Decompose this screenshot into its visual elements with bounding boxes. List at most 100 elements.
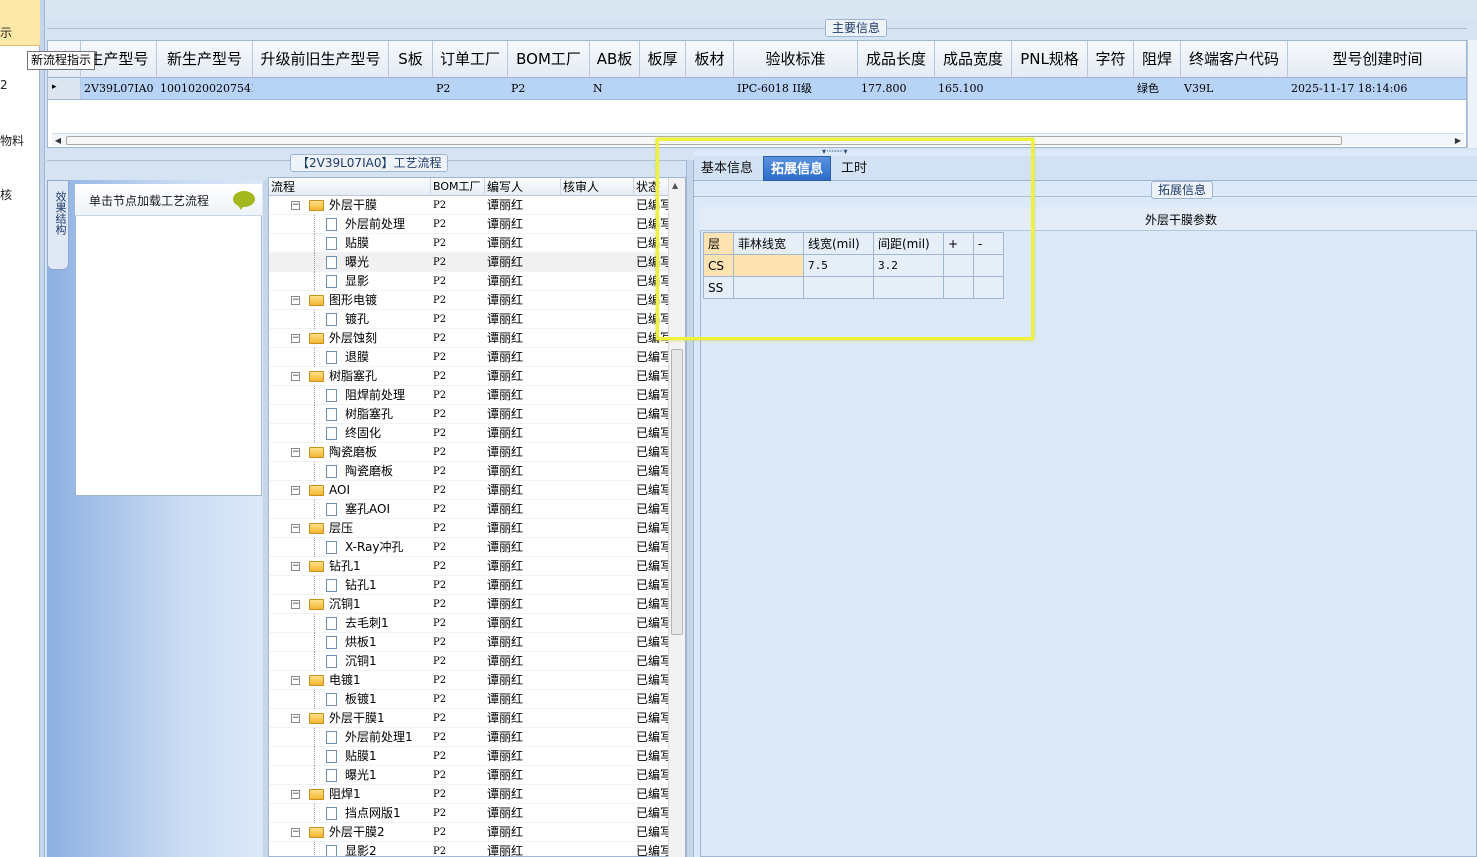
grid-cell[interactable] (253, 78, 389, 99)
collapse-icon[interactable]: − (291, 334, 300, 343)
scrollbar-thumb[interactable] (66, 136, 1342, 145)
tree-step-row[interactable]: 阻焊前处理 P2 谭丽红 已编写 (269, 386, 685, 405)
grid-header-cell[interactable]: 字符 (1088, 41, 1134, 78)
tree-group-row[interactable]: − 电镀1 P2 谭丽红 已编写 (269, 671, 685, 690)
param-cell[interactable] (733, 254, 804, 277)
collapse-icon[interactable]: − (291, 600, 300, 609)
tree-step-row[interactable]: 曝光 P2 谭丽红 已编写 (269, 253, 685, 272)
grid-cell[interactable] (1012, 78, 1088, 99)
grid-cell[interactable] (640, 78, 686, 99)
tree-step-row[interactable]: 显影2 P2 谭丽红 已编写 (269, 842, 685, 856)
tree-group-row[interactable]: − AOI P2 谭丽红 已编写 (269, 481, 685, 500)
tree-group-row[interactable]: − 钻孔1 P2 谭丽红 已编写 (269, 557, 685, 576)
param-cell[interactable] (973, 276, 1004, 299)
tree-group-row[interactable]: − 外层干膜 P2 谭丽红 已编写 (269, 196, 685, 215)
grid-row[interactable]: ▸ 2V39L07IA0 10010200207541 P2 P2 N IPC-… (48, 78, 1466, 100)
tree-vertical-scrollbar[interactable]: ▲ (668, 178, 685, 857)
tab-basic-info[interactable]: 基本信息 (694, 156, 760, 181)
tree-step-row[interactable]: 镀孔 P2 谭丽红 已编写 (269, 310, 685, 329)
tree-group-row[interactable]: − 树脂塞孔 P2 谭丽红 已编写 (269, 367, 685, 386)
tree-step-row[interactable]: 塞孔AOI P2 谭丽红 已编写 (269, 500, 685, 519)
tree-step-row[interactable]: 终固化 P2 谭丽红 已编写 (269, 424, 685, 443)
tree-header-cell[interactable]: BOM工厂 (431, 178, 485, 196)
tree-step-row[interactable]: 贴膜 P2 谭丽红 已编写 (269, 234, 685, 253)
param-cell[interactable] (873, 276, 944, 299)
collapse-icon[interactable]: − (291, 790, 300, 799)
tree-step-row[interactable]: 树脂塞孔 P2 谭丽红 已编写 (269, 405, 685, 424)
tree-group-row[interactable]: − 陶瓷磨板 P2 谭丽红 已编写 (269, 443, 685, 462)
left-strip-item[interactable]: 核 (0, 186, 12, 203)
tree-step-row[interactable]: X-Ray冲孔 P2 谭丽红 已编写 (269, 538, 685, 557)
grid-cell[interactable]: N (590, 78, 640, 99)
grid-cell[interactable]: IPC-6018 II级 (734, 78, 858, 99)
scroll-up-arrow-icon[interactable]: ▲ (672, 181, 678, 190)
nav-tree-area[interactable] (75, 184, 262, 496)
grid-header-cell[interactable]: 新生产型号 (157, 41, 253, 78)
grid-horizontal-scrollbar[interactable]: ◀ ▶ (52, 133, 1464, 146)
grid-cell[interactable]: V39L (1181, 78, 1288, 99)
tree-step-row[interactable]: 沉铜1 P2 谭丽红 已编写 (269, 652, 685, 671)
param-cell[interactable] (973, 254, 1004, 277)
collapse-icon[interactable]: − (291, 486, 300, 495)
tree-group-row[interactable]: − 层压 P2 谭丽红 已编写 (269, 519, 685, 538)
center-splitter[interactable] (686, 160, 694, 857)
tree-header-cell[interactable]: 编写人 (485, 178, 561, 196)
grid-header-cell[interactable]: 型号创建时间 (1288, 41, 1466, 78)
grid-header-cell[interactable]: 升级前旧生产型号 (253, 41, 389, 78)
collapse-icon[interactable]: − (291, 296, 300, 305)
tree-group-row[interactable]: − 图形电镀 P2 谭丽红 已编写 (269, 291, 685, 310)
tree-step-row[interactable]: 退膜 P2 谭丽红 已编写 (269, 348, 685, 367)
tree-step-row[interactable]: 外层前处理 P2 谭丽红 已编写 (269, 215, 685, 234)
tree-header-cell[interactable]: 流程 (269, 178, 431, 196)
grid-vertical-scrollbar[interactable] (1467, 40, 1477, 148)
tree-step-row[interactable]: 陶瓷磨板 P2 谭丽红 已编写 (269, 462, 685, 481)
grid-header-cell[interactable]: 终端客户代码 (1181, 41, 1288, 78)
grid-cell[interactable]: 2025-11-17 18:14:06 (1288, 78, 1466, 99)
scrollbar-thumb[interactable] (671, 349, 683, 635)
tree-group-row[interactable]: − 外层蚀刻 P2 谭丽红 已编写 (269, 329, 685, 348)
grid-cell[interactable] (389, 78, 433, 99)
grid-header-cell[interactable]: 验收标准 (734, 41, 858, 78)
tab-extended-info[interactable]: 拓展信息 (763, 156, 832, 181)
tree-group-row[interactable]: − 阻焊1 P2 谭丽红 已编写 (269, 785, 685, 804)
tree-step-row[interactable]: 显影 P2 谭丽红 已编写 (269, 272, 685, 291)
grid-header-cell[interactable]: PNL规格 (1012, 41, 1088, 78)
collapse-icon[interactable]: − (291, 828, 300, 837)
tree-step-row[interactable]: 烘板1 P2 谭丽红 已编写 (269, 633, 685, 652)
tree-group-row[interactable]: − 外层干膜1 P2 谭丽红 已编写 (269, 709, 685, 728)
tree-step-row[interactable]: 挡点网版1 P2 谭丽红 已编写 (269, 804, 685, 823)
tree-step-row[interactable]: 外层前处理1 P2 谭丽红 已编写 (269, 728, 685, 747)
grid-cell[interactable]: 177.800 (858, 78, 935, 99)
grid-header-cell[interactable]: 成品宽度 (935, 41, 1012, 78)
grid-header-cell[interactable]: 板材 (686, 41, 734, 78)
grid-header-cell[interactable]: S板 (389, 41, 433, 78)
collapse-icon[interactable]: − (291, 448, 300, 457)
collapse-icon[interactable]: − (291, 714, 300, 723)
grid-cell[interactable]: 绿色 (1134, 78, 1181, 99)
tree-step-row[interactable]: 贴膜1 P2 谭丽红 已编写 (269, 747, 685, 766)
param-cell[interactable] (803, 276, 874, 299)
grid-cell[interactable]: P2 (433, 78, 508, 99)
tree-group-row[interactable]: − 外层干膜2 P2 谭丽红 已编写 (269, 823, 685, 842)
grid-cell[interactable]: 165.100 (935, 78, 1012, 99)
drag-handle-icon[interactable]: ▾ ·········· ▾ (822, 148, 892, 156)
tree-header-cell[interactable]: 核审人 (561, 178, 634, 196)
grid-header-cell[interactable]: BOM工厂 (508, 41, 590, 78)
tab-work-hours[interactable]: 工时 (834, 156, 874, 181)
collapse-icon[interactable]: − (291, 372, 300, 381)
tree-group-row[interactable]: − 沉铜1 P2 谭丽红 已编写 (269, 595, 685, 614)
tree-step-row[interactable]: 板镀1 P2 谭丽红 已编写 (269, 690, 685, 709)
grid-header-cell[interactable]: 板厚 (640, 41, 686, 78)
tree-step-row[interactable]: 曝光1 P2 谭丽红 已编写 (269, 766, 685, 785)
grid-header-cell[interactable]: 阻焊 (1134, 41, 1181, 78)
collapse-icon[interactable]: − (291, 524, 300, 533)
collapse-icon[interactable]: − (291, 562, 300, 571)
remove-row-button[interactable]: - (973, 232, 1004, 255)
grid-cell[interactable] (1088, 78, 1134, 99)
left-strip-item[interactable]: 2 (0, 78, 8, 92)
param-cell[interactable] (943, 276, 974, 299)
add-row-button[interactable]: + (943, 232, 974, 255)
collapse-icon[interactable]: − (291, 201, 300, 210)
param-cell[interactable] (733, 276, 804, 299)
grid-cell[interactable]: 10010200207541 (157, 78, 253, 99)
